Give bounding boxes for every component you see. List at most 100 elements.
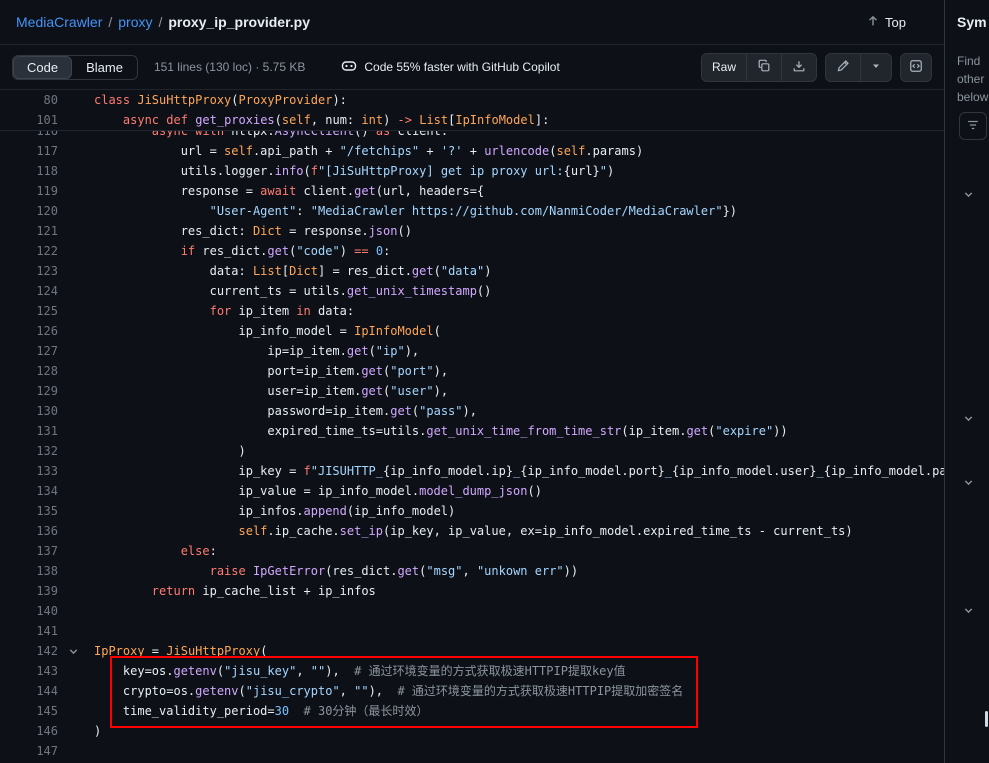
line-number[interactable]: 127 — [0, 341, 64, 361]
fold-spacer — [64, 401, 82, 421]
line-number[interactable]: 132 — [0, 441, 64, 461]
edit-file-button[interactable] — [826, 54, 861, 81]
code-text: ip_value = ip_info_model.model_dump_json… — [82, 481, 542, 501]
code-text: ip_info_model = IpInfoModel( — [82, 321, 441, 341]
code-text: res_dict: Dict = response.json() — [82, 221, 412, 241]
line-number[interactable]: 143 — [0, 661, 64, 681]
line-number[interactable]: 130 — [0, 401, 64, 421]
fold-spacer — [64, 421, 82, 441]
chevron-down-icon[interactable] — [963, 475, 974, 487]
fold-spacer — [64, 361, 82, 381]
toolbar-actions: Raw — [701, 53, 932, 82]
code-text: ) — [82, 721, 101, 741]
code-line: 128 port=ip_item.get("port"), — [0, 361, 944, 381]
line-number[interactable]: 80 — [0, 90, 64, 110]
code-line: 127 ip=ip_item.get("ip"), — [0, 341, 944, 361]
pencil-icon — [836, 59, 850, 76]
line-number[interactable]: 124 — [0, 281, 64, 301]
code-line: 126 ip_info_model = IpInfoModel( — [0, 321, 944, 341]
code-text — [82, 621, 94, 641]
code-line: 130 password=ip_item.get("pass"), — [0, 401, 944, 421]
line-number[interactable]: 131 — [0, 421, 64, 441]
breadcrumb-folder-link[interactable]: proxy — [118, 14, 152, 30]
line-number[interactable]: 121 — [0, 221, 64, 241]
code-text: ip=ip_item.get("ip"), — [82, 341, 419, 361]
line-number[interactable]: 140 — [0, 601, 64, 621]
fold-spacer — [64, 110, 82, 130]
line-number[interactable]: 135 — [0, 501, 64, 521]
code-text: utils.logger.info(f"[JiSuHttpProxy] get … — [82, 161, 614, 181]
tab-code[interactable]: Code — [13, 56, 72, 79]
line-number[interactable]: 119 — [0, 181, 64, 201]
edit-dropdown-button[interactable] — [861, 54, 891, 81]
tab-blame[interactable]: Blame — [72, 56, 137, 79]
raw-button[interactable]: Raw — [702, 54, 747, 81]
code-line: 137 else: — [0, 541, 944, 561]
copy-raw-button[interactable] — [747, 54, 782, 81]
line-number[interactable]: 145 — [0, 701, 64, 721]
code-text: response = await client.get(url, headers… — [82, 181, 484, 201]
fold-spacer — [64, 261, 82, 281]
breadcrumb-repo-link[interactable]: MediaCrawler — [16, 14, 102, 30]
fold-spacer — [64, 521, 82, 541]
chevron-down-icon[interactable] — [963, 187, 974, 199]
line-number[interactable]: 144 — [0, 681, 64, 701]
back-to-top-button[interactable]: Top — [860, 13, 912, 32]
symbols-filter-button[interactable] — [959, 112, 987, 140]
line-number[interactable]: 139 — [0, 581, 64, 601]
line-number[interactable]: 118 — [0, 161, 64, 181]
fold-spacer — [64, 721, 82, 741]
code-line: 144 crypto=os.getenv("jisu_crypto", ""),… — [0, 681, 944, 701]
copilot-banner[interactable]: Code 55% faster with GitHub Copilot — [341, 58, 559, 77]
line-number[interactable]: 142 — [0, 641, 64, 661]
code-blame-switch: Code Blame — [12, 55, 138, 80]
chevron-down-icon[interactable] — [963, 603, 974, 615]
line-number[interactable]: 101 — [0, 110, 64, 130]
fold-spacer — [64, 621, 82, 641]
code-line: 142IpProxy = JiSuHttpProxy( — [0, 641, 944, 661]
file-toolbar: Code Blame 151 lines (130 loc) · 5.75 KB… — [0, 44, 944, 90]
code-text: expired_time_ts=utils.get_unix_time_from… — [82, 421, 788, 441]
fold-spacer — [64, 541, 82, 561]
download-button[interactable] — [782, 54, 816, 81]
line-number[interactable]: 125 — [0, 301, 64, 321]
scrollbar-thumb[interactable] — [985, 711, 988, 727]
code-line: 131 expired_time_ts=utils.get_unix_time_… — [0, 421, 944, 441]
code-text: return ip_cache_list + ip_infos — [82, 581, 376, 601]
code-text: port=ip_item.get("port"), — [82, 361, 448, 381]
line-number[interactable]: 117 — [0, 141, 64, 161]
line-number[interactable]: 133 — [0, 461, 64, 481]
line-number[interactable]: 134 — [0, 481, 64, 501]
line-number[interactable]: 122 — [0, 241, 64, 261]
fold-spacer — [64, 461, 82, 481]
line-number[interactable]: 147 — [0, 741, 64, 761]
line-number[interactable]: 141 — [0, 621, 64, 641]
code-line: 125 for ip_item in data: — [0, 301, 944, 321]
line-number[interactable]: 146 — [0, 721, 64, 741]
code-text: data: List[Dict] = res_dict.get("data") — [82, 261, 491, 281]
code-text: "User-Agent": "MediaCrawler https://gith… — [82, 201, 737, 221]
edit-group — [825, 53, 892, 82]
line-number[interactable]: 136 — [0, 521, 64, 541]
code-line: 132 ) — [0, 441, 944, 461]
breadcrumb-separator: / — [158, 14, 162, 30]
fold-spacer — [64, 281, 82, 301]
line-number[interactable]: 123 — [0, 261, 64, 281]
code-line: 120 "User-Agent": "MediaCrawler https://… — [0, 201, 944, 221]
line-number[interactable]: 126 — [0, 321, 64, 341]
code-line: 146) — [0, 721, 944, 741]
breadcrumb-separator: / — [108, 14, 112, 30]
line-number[interactable]: 137 — [0, 541, 64, 561]
fold-chevron-icon[interactable] — [64, 641, 82, 661]
back-to-top-label: Top — [885, 15, 906, 30]
line-number[interactable]: 120 — [0, 201, 64, 221]
code-line: 101 async def get_proxies(self, num: int… — [0, 110, 944, 130]
fold-spacer — [64, 601, 82, 621]
code-line: 136 self.ip_cache.set_ip(ip_key, ip_valu… — [0, 521, 944, 541]
code-line: 117 url = self.api_path + "/fetchips" + … — [0, 141, 944, 161]
symbols-panel-toggle-button[interactable] — [900, 53, 932, 82]
line-number[interactable]: 129 — [0, 381, 64, 401]
chevron-down-icon[interactable] — [963, 411, 974, 423]
line-number[interactable]: 138 — [0, 561, 64, 581]
line-number[interactable]: 128 — [0, 361, 64, 381]
